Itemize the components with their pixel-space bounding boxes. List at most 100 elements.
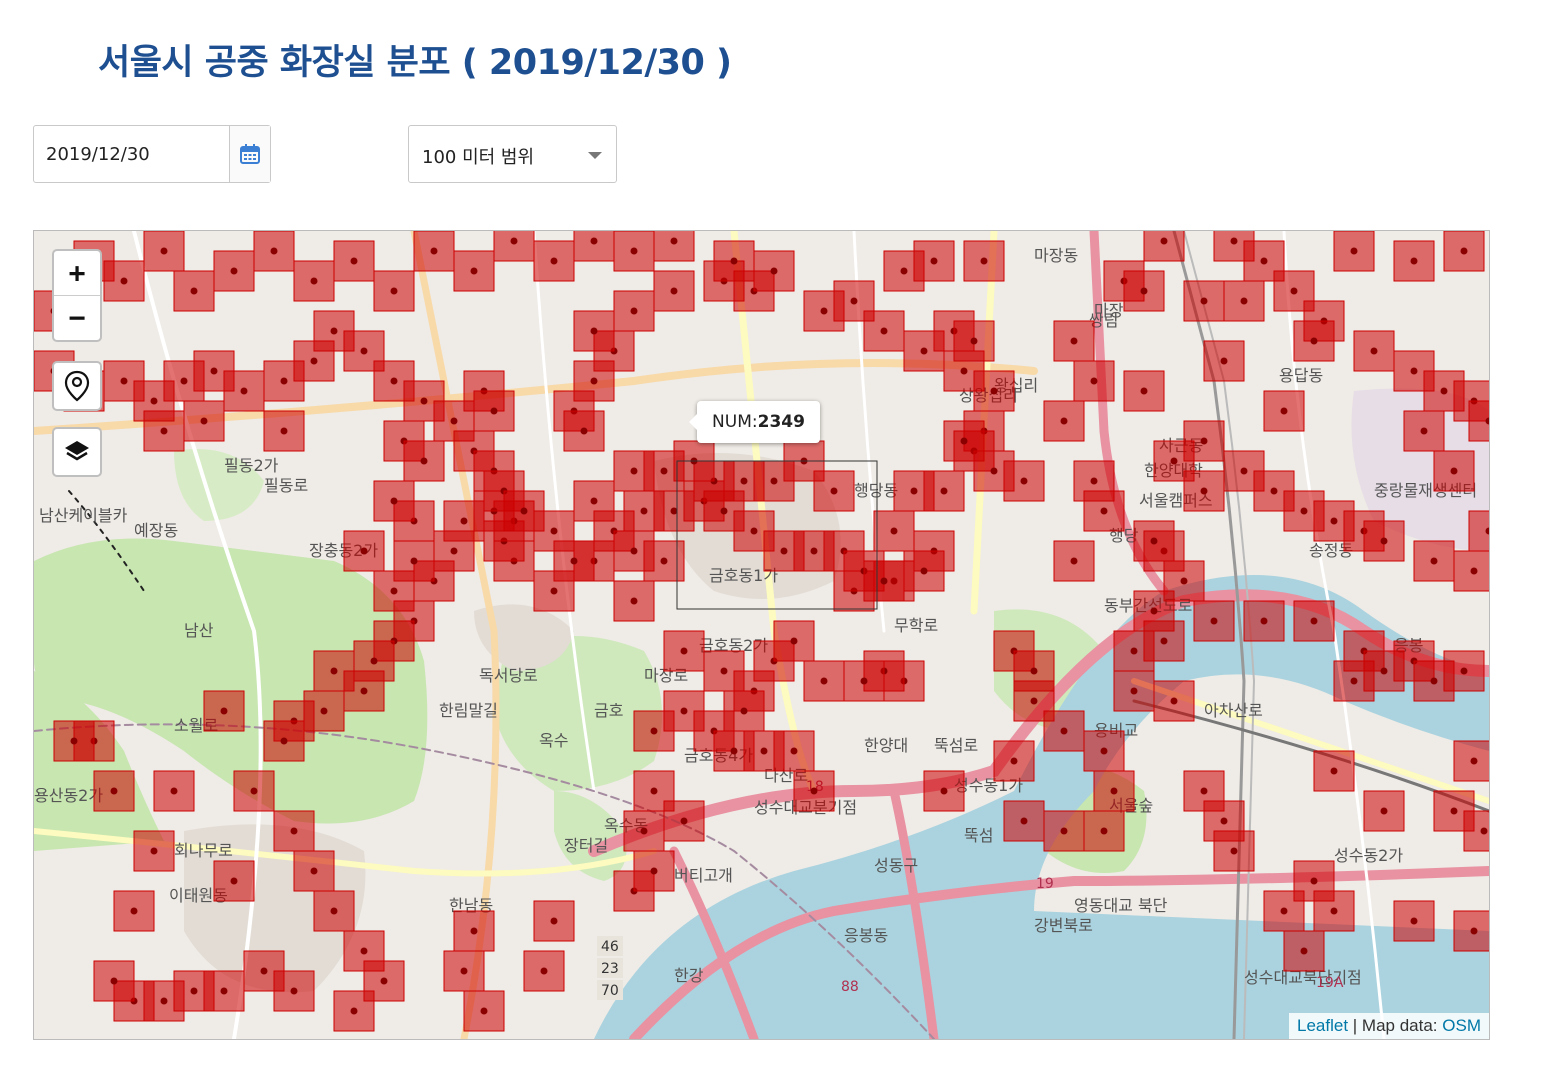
toilet-marker-dot[interactable] [240, 387, 248, 395]
toilet-marker-dot[interactable] [1270, 487, 1278, 495]
toilet-marker-dot[interactable] [720, 667, 728, 675]
toilet-marker-area[interactable] [1143, 231, 1185, 262]
toilet-marker-dot[interactable] [720, 507, 728, 515]
map-view[interactable]: 마장동필동2가예장동장충동2가남산용산동2가이태원동한남동옥수동금호동1가금호동… [33, 230, 1490, 1040]
toilet-marker-dot[interactable] [1380, 667, 1388, 675]
range-select[interactable]: 100 미터 범위 [408, 125, 617, 183]
toilet-marker-dot[interactable] [210, 367, 218, 375]
toilet-marker-dot[interactable] [740, 707, 748, 715]
toilet-marker-dot[interactable] [1220, 357, 1228, 365]
toilet-marker-dot[interactable] [670, 237, 678, 245]
toilet-marker-dot[interactable] [750, 527, 758, 535]
toilet-marker-area[interactable] [573, 231, 615, 262]
toilet-marker-dot[interactable] [1470, 927, 1478, 935]
toilet-marker-dot[interactable] [730, 747, 738, 755]
toilet-marker-dot[interactable] [350, 257, 358, 265]
toilet-marker-dot[interactable] [1480, 827, 1488, 835]
toilet-marker-dot[interactable] [330, 667, 338, 675]
toilet-marker-dot[interactable] [1180, 577, 1188, 585]
toilet-marker-dot[interactable] [910, 487, 918, 495]
toilet-marker-dot[interactable] [200, 417, 208, 425]
toilet-marker-dot[interactable] [390, 587, 398, 595]
toilet-marker-dot[interactable] [1070, 557, 1078, 565]
toilet-marker-dot[interactable] [1140, 387, 1148, 395]
toilet-marker-dot[interactable] [680, 707, 688, 715]
toilet-marker-dot[interactable] [990, 467, 998, 475]
map-tiles[interactable]: 마장동필동2가예장동장충동2가남산용산동2가이태원동한남동옥수동금호동1가금호동… [34, 231, 1489, 1039]
toilet-marker-dot[interactable] [120, 277, 128, 285]
toilet-marker-dot[interactable] [450, 547, 458, 555]
toilet-marker-dot[interactable] [930, 257, 938, 265]
toilet-marker-dot[interactable] [760, 747, 768, 755]
toilet-marker-dot[interactable] [550, 587, 558, 595]
toilet-marker-dot[interactable] [660, 557, 668, 565]
toilet-marker-dot[interactable] [1440, 387, 1448, 395]
toilet-marker-dot[interactable] [170, 787, 178, 795]
toilet-marker-dot[interactable] [130, 907, 138, 915]
toilet-marker-dot[interactable] [890, 527, 898, 535]
toilet-marker-dot[interactable] [190, 287, 198, 295]
toilet-marker-dot[interactable] [1100, 507, 1108, 515]
toilet-marker-dot[interactable] [230, 877, 238, 885]
toilet-marker-dot[interactable] [1200, 487, 1208, 495]
toilet-marker-dot[interactable] [940, 487, 948, 495]
toilet-marker-dot[interactable] [280, 427, 288, 435]
date-picker[interactable] [33, 125, 271, 183]
toilet-marker-dot[interactable] [220, 707, 228, 715]
toilet-marker-dot[interactable] [650, 787, 658, 795]
toilet-marker-dot[interactable] [430, 247, 438, 255]
zoom-out-button[interactable]: − [54, 296, 100, 340]
toilet-marker-dot[interactable] [1060, 727, 1068, 735]
toilet-marker-dot[interactable] [630, 467, 638, 475]
toilet-marker-dot[interactable] [1410, 917, 1418, 925]
toilet-marker-dot[interactable] [1100, 747, 1108, 755]
toilet-marker-dot[interactable] [990, 387, 998, 395]
toilet-marker-dot[interactable] [160, 427, 168, 435]
toilet-marker-dot[interactable] [540, 967, 548, 975]
toilet-marker-dot[interactable] [1410, 367, 1418, 375]
toilet-marker-dot[interactable] [490, 407, 498, 415]
toilet-marker-dot[interactable] [1330, 907, 1338, 915]
toilet-marker-dot[interactable] [160, 247, 168, 255]
leaflet-link[interactable]: Leaflet [1297, 1016, 1348, 1035]
toilet-marker-dot[interactable] [480, 1007, 488, 1015]
toilet-marker-dot[interactable] [1430, 677, 1438, 685]
toilet-marker-dot[interactable] [510, 237, 518, 245]
toilet-marker-dot[interactable] [1210, 617, 1218, 625]
toilet-marker-dot[interactable] [1020, 817, 1028, 825]
toilet-marker-dot[interactable] [1160, 637, 1168, 645]
toilet-marker-dot[interactable] [590, 377, 598, 385]
layers-button[interactable] [52, 427, 102, 477]
toilet-marker-dot[interactable] [860, 677, 868, 685]
toilet-marker-dot[interactable] [520, 507, 528, 515]
toilet-marker-dot[interactable] [1030, 667, 1038, 675]
toilet-marker-dot[interactable] [1230, 237, 1238, 245]
toilet-marker-dot[interactable] [1170, 457, 1178, 465]
toilet-marker-dot[interactable] [1350, 247, 1358, 255]
toilet-marker-dot[interactable] [680, 647, 688, 655]
toilet-marker-dot[interactable] [630, 597, 638, 605]
toilet-marker-dot[interactable] [320, 707, 328, 715]
toilet-marker-dot[interactable] [580, 427, 588, 435]
toilet-marker-dot[interactable] [1310, 617, 1318, 625]
toilet-marker-dot[interactable] [920, 567, 928, 575]
toilet-marker-dot[interactable] [150, 397, 158, 405]
toilet-marker-dot[interactable] [550, 527, 558, 535]
toilet-marker-dot[interactable] [350, 1007, 358, 1015]
toilet-marker-dot[interactable] [900, 267, 908, 275]
locate-button[interactable] [52, 361, 102, 411]
toilet-marker-dot[interactable] [1280, 407, 1288, 415]
toilet-marker-dot[interactable] [1100, 827, 1108, 835]
toilet-marker-dot[interactable] [310, 867, 318, 875]
toilet-marker-dot[interactable] [640, 507, 648, 515]
toilet-marker-dot[interactable] [960, 437, 968, 445]
toilet-marker-area[interactable] [493, 231, 535, 262]
toilet-marker-dot[interactable] [250, 787, 258, 795]
toilet-marker-dot[interactable] [1470, 757, 1478, 765]
toilet-marker-dot[interactable] [820, 307, 828, 315]
toilet-marker-dot[interactable] [260, 967, 268, 975]
toilet-marker-dot[interactable] [1030, 697, 1038, 705]
toilet-marker-dot[interactable] [330, 327, 338, 335]
toilet-marker-dot[interactable] [1110, 787, 1118, 795]
toilet-marker-dot[interactable] [290, 987, 298, 995]
